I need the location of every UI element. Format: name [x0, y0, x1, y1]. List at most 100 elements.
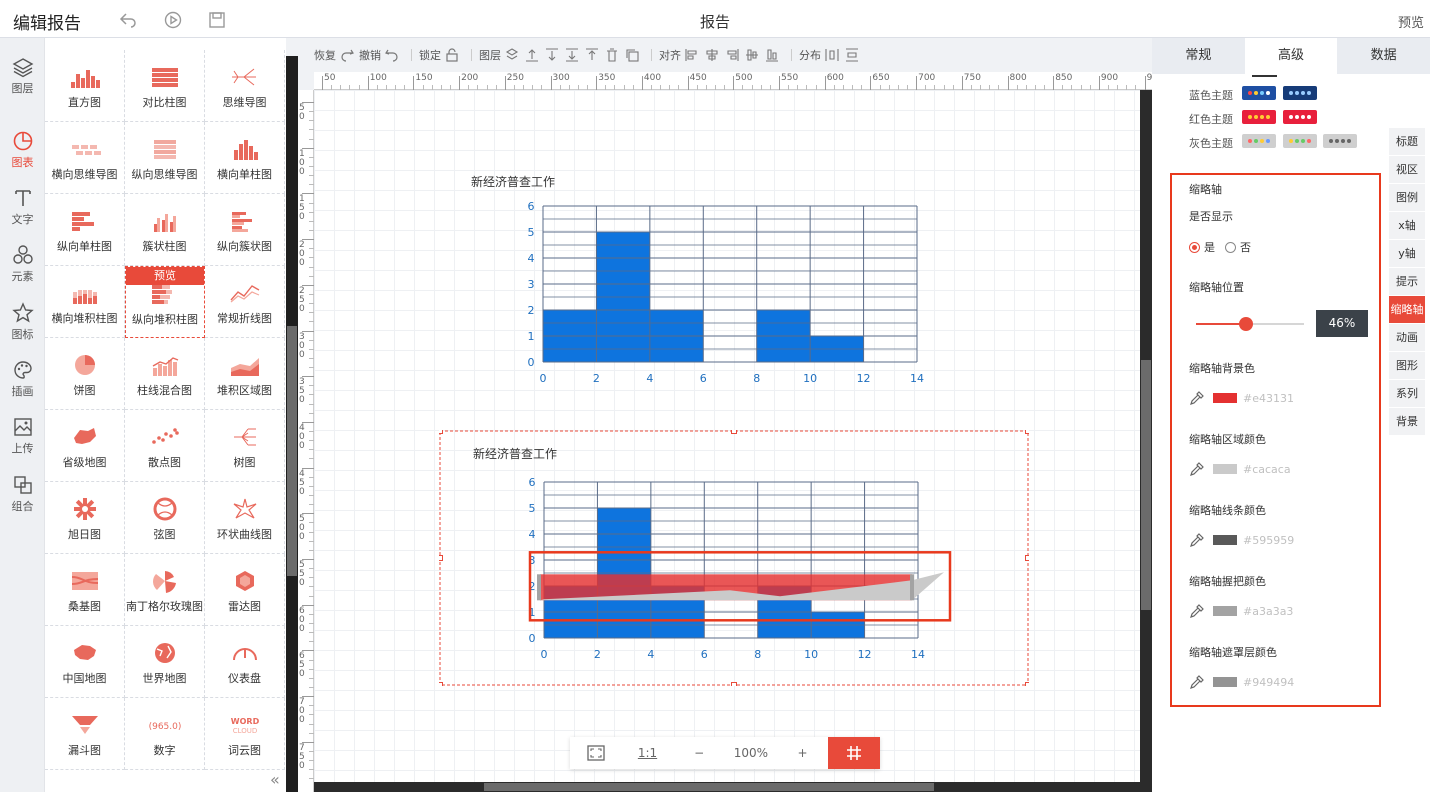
palette-item[interactable]: 漏斗图 — [45, 698, 125, 770]
palette-scrollbar[interactable] — [286, 56, 298, 792]
fit-screen-button[interactable] — [570, 737, 622, 769]
palette-item[interactable]: 南丁格尔玫瑰图 — [125, 554, 205, 626]
zoom-in-button[interactable]: + — [777, 737, 829, 769]
palette-item[interactable]: 旭日图 — [45, 482, 125, 554]
undo-label[interactable]: 撤销 — [359, 47, 381, 63]
vtab-item[interactable]: 系列 — [1389, 380, 1425, 408]
tab-general[interactable]: 常规 — [1152, 38, 1245, 74]
resize-handle[interactable] — [1025, 682, 1030, 687]
tab-data[interactable]: 数据 — [1337, 38, 1430, 74]
color-picker-row[interactable]: #a3a3a3 — [1189, 603, 1293, 619]
nav-element[interactable]: 元素 — [0, 238, 45, 290]
play-icon[interactable] — [163, 10, 183, 30]
color-chip[interactable] — [1213, 535, 1237, 545]
scrollbar-thumb[interactable] — [287, 326, 297, 576]
actual-size-button[interactable]: 1:1 — [622, 737, 674, 769]
canvas-scrollbar-h[interactable] — [314, 782, 1152, 792]
redo-label[interactable]: 恢复 — [314, 47, 336, 63]
layer-top-icon[interactable] — [524, 47, 540, 63]
align-right-icon[interactable] — [724, 47, 740, 63]
nav-upload[interactable]: 上传 — [0, 410, 45, 462]
position-slider[interactable] — [1196, 317, 1304, 331]
histogram-chart-2-selected[interactable]: 新经济普查工作01234560 2 4 6 8 10 12 14 — [439, 430, 1029, 686]
align-middle-icon[interactable] — [744, 47, 760, 63]
resize-handle[interactable] — [731, 682, 737, 687]
resize-handle[interactable] — [439, 430, 443, 434]
vtab-item[interactable]: 视区 — [1389, 156, 1425, 184]
vtab-item[interactable]: 图形 — [1389, 352, 1425, 380]
palette-item[interactable]: 环状曲线图 — [205, 482, 285, 554]
layer-up-icon[interactable] — [504, 47, 520, 63]
eyedropper-icon[interactable] — [1189, 674, 1205, 690]
undo-icon[interactable] — [384, 47, 400, 63]
eyedropper-icon[interactable] — [1189, 532, 1205, 548]
theme-swatch[interactable] — [1283, 134, 1317, 148]
lock-label[interactable]: 锁定 — [419, 47, 441, 63]
radio-no[interactable]: 否 — [1225, 239, 1251, 255]
palette-item[interactable]: 横向单柱图 — [205, 122, 285, 194]
vtab-item[interactable]: 背景 — [1389, 408, 1425, 436]
vtab-item[interactable]: 提示 — [1389, 268, 1425, 296]
palette-item[interactable]: 散点图 — [125, 410, 205, 482]
align-left-icon[interactable] — [684, 47, 700, 63]
palette-item[interactable]: 纵向思维导图 — [125, 122, 205, 194]
theme-swatch[interactable] — [1283, 86, 1317, 100]
nav-layers[interactable]: 图层 — [0, 50, 45, 102]
back-icon[interactable] — [118, 10, 138, 30]
color-chip[interactable] — [1213, 464, 1237, 474]
palette-item[interactable]: 弦图 — [125, 482, 205, 554]
palette-item[interactable]: 横向思维导图 — [45, 122, 125, 194]
palette-item[interactable]: 中国地图 — [45, 626, 125, 698]
scrollbar-thumb[interactable] — [484, 783, 934, 791]
lock-icon[interactable] — [444, 47, 460, 63]
redo-icon[interactable] — [339, 47, 355, 63]
preview-button[interactable]: 预览 — [1398, 12, 1424, 31]
nav-text[interactable]: 文字 — [0, 181, 45, 233]
palette-item[interactable]: 对比柱图 — [125, 50, 205, 122]
theme-swatch[interactable] — [1283, 110, 1317, 124]
color-picker-row[interactable]: #cacaca — [1189, 461, 1291, 477]
palette-item[interactable]: 思维导图 — [205, 50, 285, 122]
theme-swatch[interactable] — [1323, 134, 1357, 148]
layer-down-icon[interactable] — [544, 47, 560, 63]
distribute-h-icon[interactable] — [824, 47, 840, 63]
theme-swatch[interactable] — [1242, 86, 1276, 100]
palette-item[interactable]: 仪表盘 — [205, 626, 285, 698]
zoom-out-button[interactable]: − — [673, 737, 725, 769]
nav-group[interactable]: 组合 — [0, 468, 45, 520]
palette-item[interactable]: 桑基图 — [45, 554, 125, 626]
radio-yes[interactable]: 是 — [1189, 239, 1215, 255]
vtab-item[interactable]: 图例 — [1389, 184, 1425, 212]
datazoom-handle-left[interactable] — [537, 574, 541, 601]
theme-swatch[interactable] — [1242, 110, 1276, 124]
copy-icon[interactable] — [624, 47, 640, 63]
canvas-scrollbar-v[interactable] — [1140, 90, 1152, 792]
palette-item[interactable]: WORD CLOUD 词云图 — [205, 698, 285, 770]
vtab-item[interactable]: y轴 — [1389, 240, 1425, 268]
resize-handle[interactable] — [439, 555, 443, 561]
palette-item[interactable]: 横向堆积柱图 — [45, 266, 125, 338]
color-chip[interactable] — [1213, 677, 1237, 687]
vtab-item[interactable]: 标题 — [1389, 128, 1425, 156]
color-picker-row[interactable]: #949494 — [1189, 674, 1294, 690]
nav-icon[interactable]: 图标 — [0, 296, 45, 348]
slider-knob[interactable] — [1238, 317, 1253, 331]
theme-swatch[interactable] — [1242, 134, 1276, 148]
palette-item[interactable]: 纵向单柱图 — [45, 194, 125, 266]
palette-item[interactable]: 纵向簇状图 — [205, 194, 285, 266]
layer-bottom-icon[interactable] — [564, 47, 580, 63]
align-top-icon[interactable] — [584, 47, 600, 63]
distribute-v-icon[interactable] — [844, 47, 860, 63]
nav-chart[interactable]: 图表 — [0, 124, 45, 176]
palette-item[interactable]: 预览 纵向堆积柱图 — [125, 266, 205, 338]
eyedropper-icon[interactable] — [1189, 390, 1205, 406]
align-bottom-icon[interactable] — [764, 47, 780, 63]
palette-item[interactable]: 世界地图 — [125, 626, 205, 698]
resize-handle[interactable] — [439, 682, 443, 687]
align-center-icon[interactable] — [704, 47, 720, 63]
grid-toggle-button[interactable] — [828, 737, 881, 769]
preview-tag[interactable]: 预览 — [126, 267, 204, 285]
delete-icon[interactable] — [604, 47, 620, 63]
resize-handle[interactable] — [1025, 430, 1030, 434]
datazoom-handle-right[interactable] — [910, 574, 914, 601]
